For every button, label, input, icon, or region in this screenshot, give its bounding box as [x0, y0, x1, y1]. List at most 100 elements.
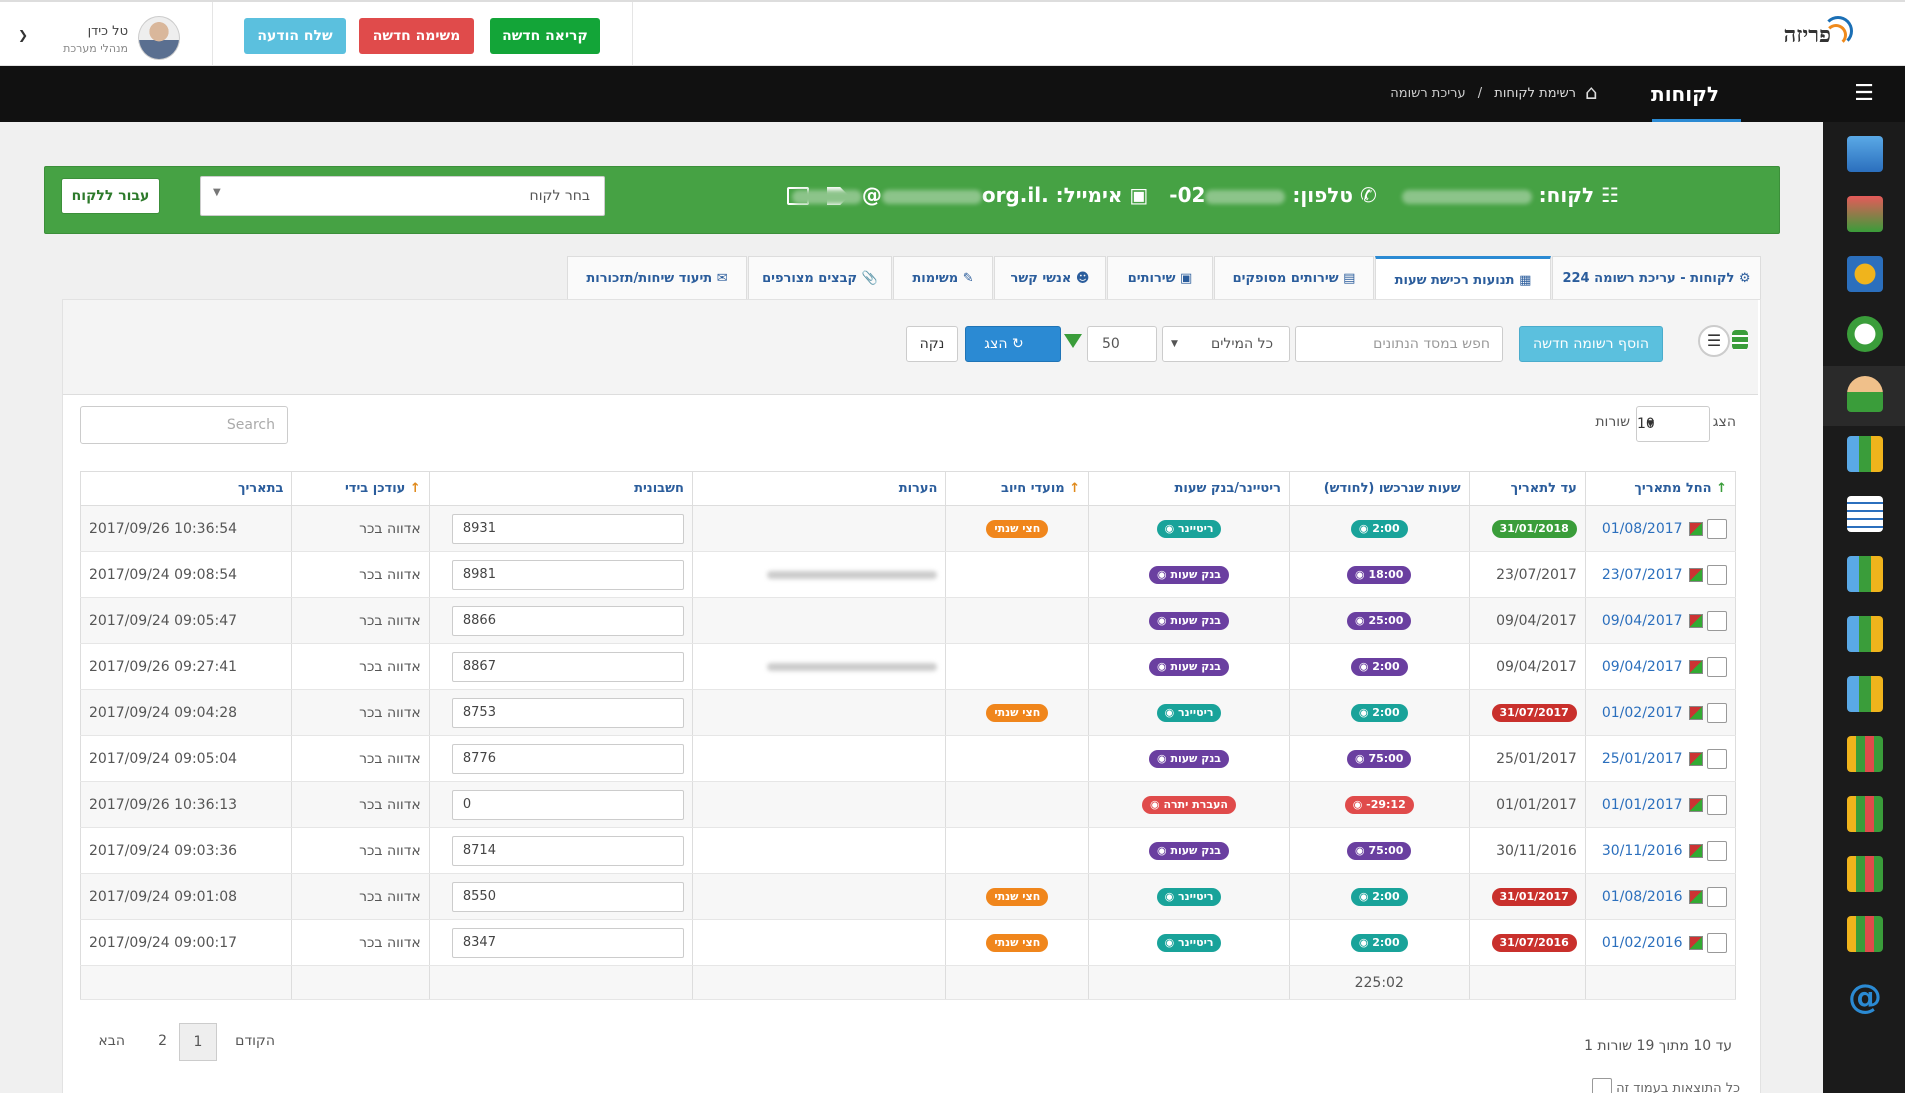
- user-menu[interactable]: טל כידן מנהלי מערכת: [60, 16, 180, 62]
- spreadsheet-icon[interactable]: [1688, 843, 1703, 858]
- column-header[interactable]: ריטיינר/בנק שעות: [1088, 471, 1290, 506]
- spreadsheet-icon[interactable]: [1688, 935, 1703, 950]
- breadcrumb-customers-list[interactable]: רשימת לקוחות: [1494, 86, 1576, 101]
- column-header[interactable]: הערות: [691, 471, 947, 506]
- from-date-link[interactable]: 23/07/2017: [1602, 567, 1683, 583]
- row-checkbox[interactable]: [1707, 748, 1727, 769]
- select-all-checkbox[interactable]: [1592, 1078, 1613, 1093]
- from-date-link[interactable]: 01/02/2016: [1602, 935, 1683, 951]
- column-header[interactable]: ↑ עודכן בידי: [291, 471, 430, 506]
- gear-icon[interactable]: [1847, 256, 1883, 292]
- row-checkbox[interactable]: [1707, 702, 1727, 723]
- spreadsheet-icon[interactable]: [1688, 889, 1703, 904]
- column-header[interactable]: עד לתאריך: [1468, 471, 1586, 506]
- count-input[interactable]: 50: [1087, 326, 1157, 362]
- home-icon[interactable]: ⌂: [1585, 80, 1611, 104]
- customer-select[interactable]: בחר לקוח ▼: [200, 176, 605, 216]
- invoice-input[interactable]: 8753: [451, 697, 684, 728]
- spreadsheet-icon[interactable]: [1688, 521, 1703, 536]
- email-icon[interactable]: @: [1847, 980, 1883, 1016]
- tab-services[interactable]: שירותים ▣: [1107, 256, 1213, 300]
- spreadsheet-icon[interactable]: [1688, 567, 1703, 582]
- invoice-input[interactable]: 8981: [451, 559, 684, 590]
- spreadsheet-icon[interactable]: [1688, 613, 1703, 628]
- invoice-input[interactable]: 8867: [451, 651, 684, 682]
- tab-movements[interactable]: תנועות רכישת שעות ▦: [1375, 256, 1551, 301]
- new-task-button[interactable]: משימה חדשה: [359, 18, 474, 54]
- invoice-input[interactable]: 8931: [451, 513, 684, 544]
- from-date-link[interactable]: 01/08/2016: [1602, 889, 1683, 905]
- column-header[interactable]: ↑ החל מתאריך: [1584, 471, 1737, 506]
- next-page-button[interactable]: הבא: [98, 1033, 125, 1049]
- send-message-button[interactable]: שלח הודעה: [244, 18, 346, 54]
- invoice-input[interactable]: 8866: [451, 605, 684, 636]
- invoice-input[interactable]: 0: [451, 789, 684, 820]
- tab-edit-record[interactable]: לקוחות - עריכת רשומה 224 ⚙: [1552, 256, 1761, 300]
- spreadsheet-icon[interactable]: [1688, 705, 1703, 720]
- clock-icon[interactable]: [1847, 316, 1883, 352]
- prev-page-button[interactable]: הקודם: [235, 1033, 275, 1049]
- row-checkbox[interactable]: [1707, 518, 1727, 539]
- customers-icon[interactable]: [1847, 376, 1883, 412]
- clear-button[interactable]: נקה: [906, 326, 958, 362]
- from-date-link[interactable]: 25/01/2017: [1602, 751, 1683, 767]
- tools-icon[interactable]: [1847, 196, 1883, 232]
- show-button[interactable]: הצג ↻: [965, 326, 1061, 362]
- page-2-button[interactable]: 2: [158, 1033, 167, 1049]
- row-checkbox[interactable]: [1707, 840, 1727, 861]
- bar-chart-icon[interactable]: [1847, 796, 1883, 832]
- invoice-input[interactable]: 8347: [451, 927, 684, 958]
- chart-icon[interactable]: [1847, 616, 1883, 652]
- bar-chart-icon[interactable]: [1847, 856, 1883, 892]
- tab-contacts[interactable]: אנשי קשר ☻: [994, 256, 1106, 300]
- column-header[interactable]: ↑ מועדי חיוב: [945, 471, 1090, 506]
- from-date-link[interactable]: 01/02/2017: [1602, 705, 1683, 721]
- page-1-button[interactable]: 1: [179, 1023, 217, 1061]
- from-date-link[interactable]: 01/08/2017: [1602, 521, 1683, 537]
- chart-icon[interactable]: [1847, 556, 1883, 592]
- from-date-link[interactable]: 09/04/2017: [1602, 613, 1683, 629]
- column-header[interactable]: שעות שנרכשו (לחודש): [1288, 471, 1470, 506]
- tab-provided-services[interactable]: שירותים מסופקים ▤: [1214, 256, 1374, 300]
- company-logo[interactable]: פריזה: [1743, 16, 1853, 58]
- bar-chart-icon[interactable]: [1847, 736, 1883, 772]
- row-checkbox[interactable]: [1707, 564, 1727, 585]
- row-checkbox[interactable]: [1707, 656, 1727, 677]
- row-checkbox[interactable]: [1707, 886, 1727, 907]
- goto-customer-button[interactable]: עבור ללקוח: [61, 178, 160, 214]
- invoice-input[interactable]: 8714: [451, 835, 684, 866]
- from-date-link[interactable]: 30/11/2016: [1602, 843, 1683, 859]
- chevron-down-icon[interactable]: ❯: [18, 28, 28, 42]
- column-header[interactable]: חשבונית: [428, 471, 693, 506]
- from-date-link[interactable]: 01/01/2017: [1602, 797, 1683, 813]
- list-icon[interactable]: ☰: [1698, 325, 1730, 357]
- row-checkbox[interactable]: [1707, 794, 1727, 815]
- column-header[interactable]: בתאריך: [79, 471, 293, 506]
- add-record-button[interactable]: הוסף רשומה חדשה: [1519, 326, 1663, 362]
- spreadsheet-icon[interactable]: [1688, 751, 1703, 766]
- computer-icon[interactable]: [1847, 136, 1883, 172]
- tab-attachments[interactable]: קבצים מצורפים 📎: [748, 256, 892, 300]
- tab-tasks[interactable]: משימות ✎: [893, 256, 993, 300]
- from-date-link[interactable]: 09/04/2017: [1602, 659, 1683, 675]
- spreadsheet-icon[interactable]: [1688, 659, 1703, 674]
- database-search-input[interactable]: חפש במסד הנתונים: [1295, 326, 1503, 362]
- invoice-input[interactable]: 8776: [451, 743, 684, 774]
- invoice-input[interactable]: 8550: [451, 881, 684, 912]
- totals-row: 225:02: [79, 965, 1737, 1000]
- type-badge: בנק שעות ◉: [1149, 749, 1230, 768]
- row-checkbox[interactable]: [1707, 610, 1727, 631]
- billing-cell: [945, 781, 1090, 828]
- menu-icon[interactable]: ☰: [1823, 66, 1905, 122]
- rows-per-page-select[interactable]: 10 ▼: [1636, 406, 1710, 442]
- chart-icon[interactable]: [1847, 436, 1883, 472]
- spreadsheet-icon[interactable]: [1688, 797, 1703, 812]
- bar-chart-icon[interactable]: [1847, 916, 1883, 952]
- new-call-button[interactable]: קריאה חדשה: [490, 18, 600, 54]
- checklist-icon[interactable]: [1847, 496, 1883, 532]
- row-checkbox[interactable]: [1707, 932, 1727, 953]
- tab-call-log[interactable]: תיעוד שיחות/תזכורות ✉: [567, 256, 747, 300]
- table-search-input[interactable]: Search: [80, 406, 288, 444]
- word-mode-select[interactable]: כל המילים ▼: [1162, 326, 1290, 362]
- chart-icon[interactable]: [1847, 676, 1883, 712]
